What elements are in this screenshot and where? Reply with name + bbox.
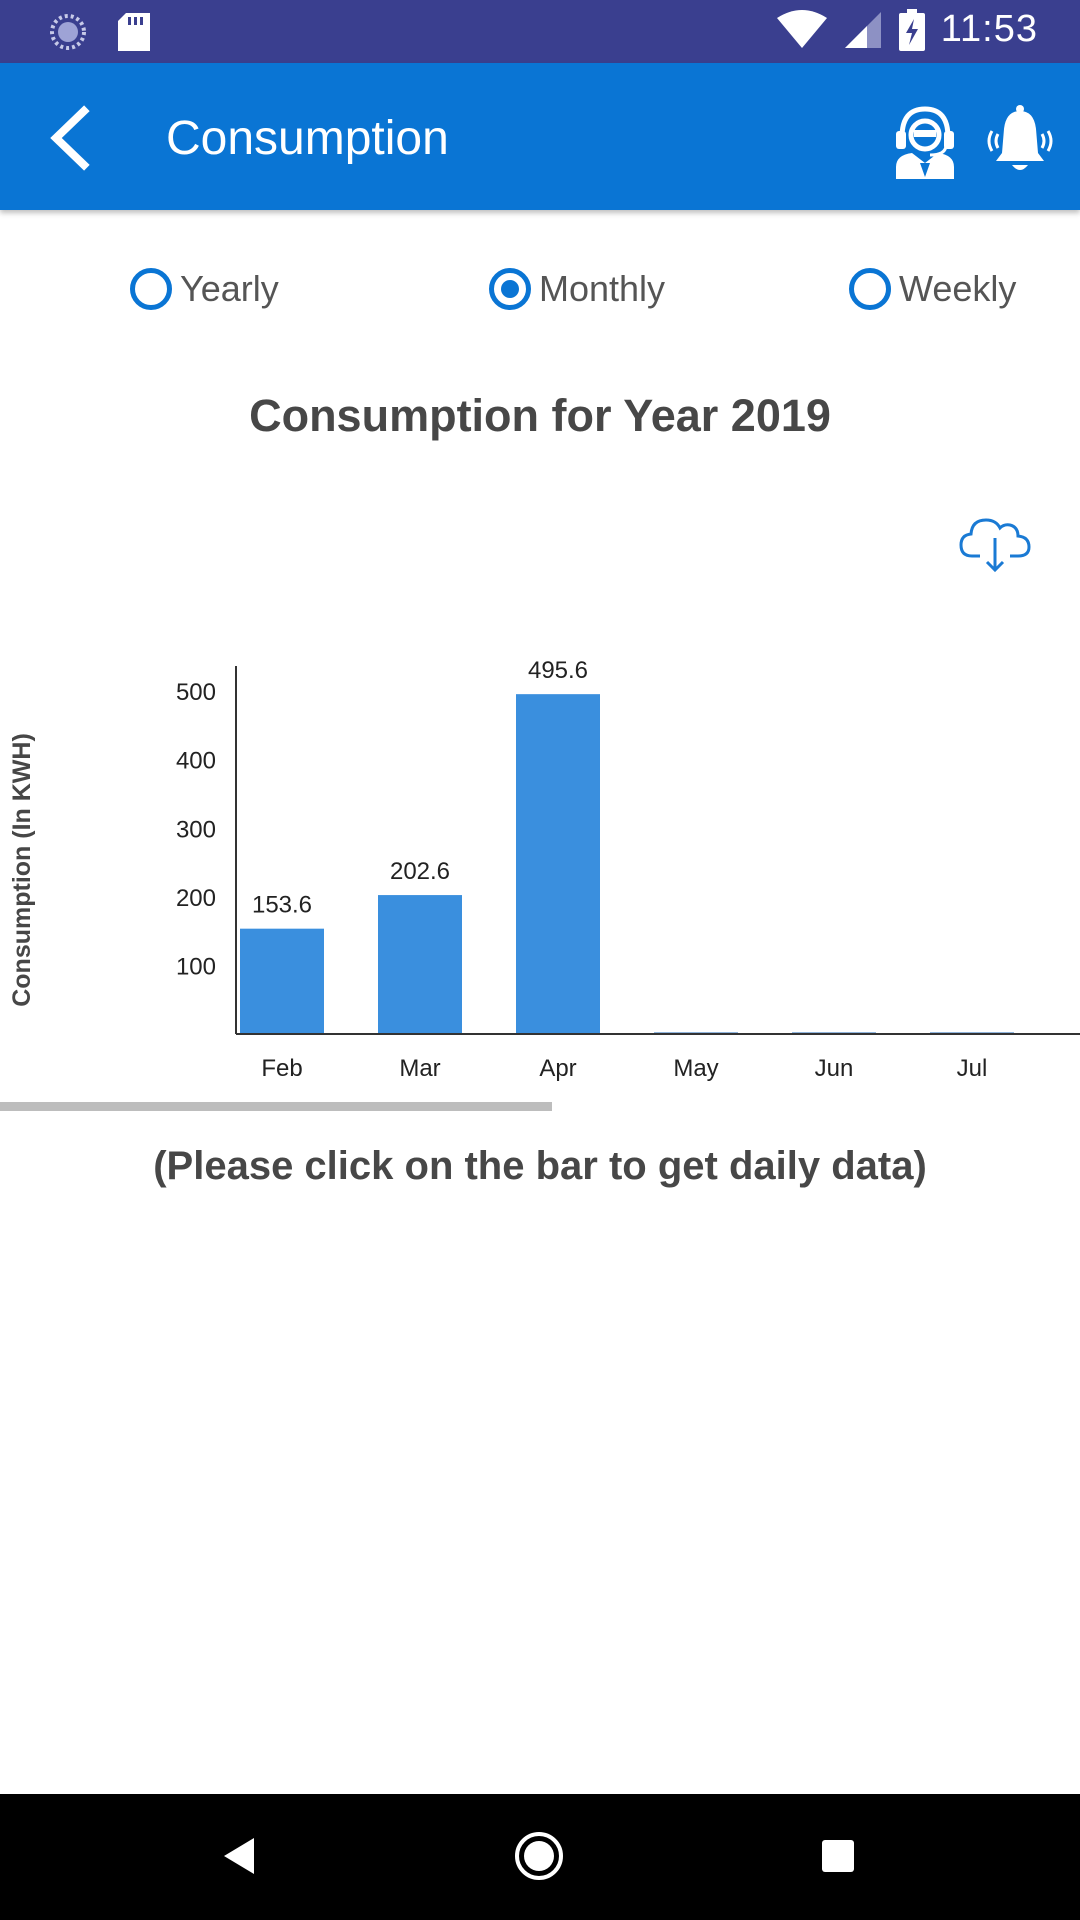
y-tick-label: 500	[176, 679, 216, 706]
x-tick-label: Mar	[399, 1055, 440, 1082]
sd-card-icon	[118, 13, 150, 51]
radio-weekly[interactable]: Weekly	[849, 268, 1016, 310]
consumption-bar-chart: Consumption (In KWH) 100 200 300 400 500 153…	[8, 657, 1080, 1082]
support-agent-icon	[896, 106, 954, 179]
y-tick-label: 400	[176, 748, 216, 775]
data-label: 153.6	[252, 892, 312, 919]
notification-button[interactable]	[984, 103, 1056, 179]
back-button[interactable]	[40, 103, 100, 173]
y-tick-label: 100	[176, 953, 216, 980]
back-arrow-icon	[50, 105, 90, 171]
notification-bell-icon	[987, 105, 1053, 170]
y-tick-labels: 100 200 300 400 500	[176, 679, 216, 980]
data-label: 202.6	[390, 858, 450, 885]
bar-apr[interactable]	[516, 694, 600, 1034]
x-tick-label: Jul	[957, 1055, 988, 1082]
nav-home-icon[interactable]	[513, 1830, 565, 1882]
radio-monthly-circle[interactable]	[489, 268, 531, 310]
hint-text: (Please click on the bar to get daily da…	[153, 1144, 927, 1188]
bars	[240, 694, 1014, 1034]
status-right-icons: 11:53	[776, 8, 1038, 51]
radio-weekly-label: Weekly	[899, 268, 1017, 309]
status-bar: 11:53	[0, 0, 1080, 63]
radio-weekly-circle[interactable]	[849, 268, 891, 310]
signal-icon	[844, 11, 881, 48]
status-left-icons	[48, 12, 150, 52]
sync-icon	[50, 14, 86, 50]
support-agent-button[interactable]	[890, 103, 960, 179]
y-tick-label: 300	[176, 816, 216, 843]
radio-yearly-circle[interactable]	[130, 268, 172, 310]
navigation-bar	[0, 1794, 1080, 1920]
cloud-download-icon	[959, 518, 1031, 573]
bar-mar[interactable]	[378, 895, 462, 1034]
battery-charging-icon	[898, 8, 925, 51]
nav-recents-icon[interactable]	[820, 1838, 856, 1874]
chart-scrollbar[interactable]	[0, 1102, 552, 1111]
radio-yearly[interactable]: Yearly	[130, 268, 279, 310]
radio-monthly[interactable]: Monthly	[489, 268, 665, 310]
x-tick-label: Apr	[539, 1055, 576, 1082]
radio-yearly-label: Yearly	[180, 268, 279, 309]
bar-feb[interactable]	[240, 928, 324, 1034]
page-title: Consumption	[166, 112, 449, 165]
y-tick-label: 200	[176, 885, 216, 912]
app-bar: Consumption	[0, 63, 1080, 210]
chart-heading: Consumption for Year 2019	[249, 390, 831, 441]
download-button[interactable]	[958, 512, 1032, 574]
status-time: 11:53	[940, 8, 1038, 50]
x-tick-label: Feb	[261, 1055, 302, 1082]
wifi-icon	[776, 9, 827, 48]
x-tick-label: Jun	[815, 1055, 854, 1082]
x-tick-labels: Feb Mar Apr May Jun Jul	[261, 1055, 987, 1082]
nav-back-icon[interactable]	[218, 1834, 258, 1878]
data-label: 495.6	[528, 657, 588, 684]
y-axis-label: Consumption (In KWH)	[8, 733, 36, 1007]
x-tick-label: May	[673, 1055, 718, 1082]
radio-monthly-label: Monthly	[539, 268, 666, 309]
